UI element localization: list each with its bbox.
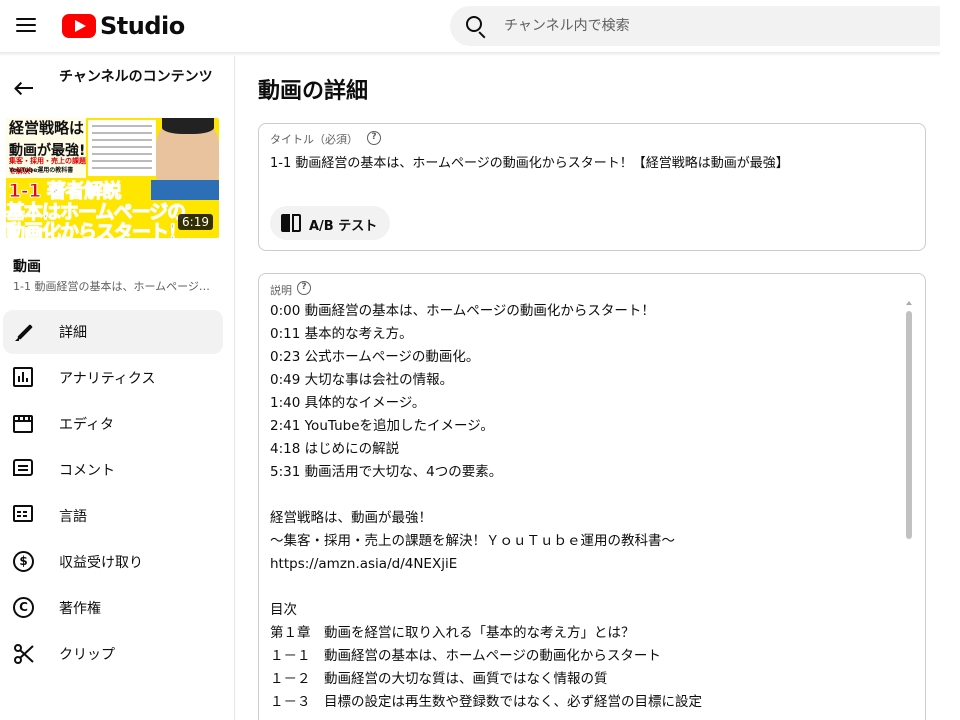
- editor-icon: [13, 415, 33, 433]
- description-scrollbar[interactable]: [906, 301, 912, 720]
- description-line: 1:40 具体的なイメージ。: [270, 395, 426, 411]
- description-line: １－１ 動画経営の基本は、ホームページの動画化からスタート: [270, 648, 661, 664]
- back-to-content-row[interactable]: チャンネルのコンテンツ: [0, 68, 235, 108]
- back-arrow-icon[interactable]: [14, 78, 34, 98]
- title-field[interactable]: タイトル（必須） ? 1-1 動画経営の基本は、ホームページの動画化からスタート…: [258, 123, 926, 251]
- description-line: 0:00 動画経営の基本は、ホームページの動画化からスタート！: [270, 303, 655, 319]
- video-thumbnail[interactable]: 経営戦略は 動画が最強! 集客・採用・売上の課題を解決! YouTube運用の教…: [6, 118, 219, 238]
- description-line: 第１章 動画を経営に取り入れる「基本的な考え方」とは？: [270, 625, 635, 641]
- help-icon[interactable]: ?: [297, 281, 311, 295]
- top-header: Studio: [0, 0, 960, 52]
- page-title: 動画の詳細: [258, 79, 369, 104]
- description-line: 目次: [270, 602, 297, 618]
- video-section-label: 動画: [13, 259, 41, 275]
- description-field-label: 説明: [270, 284, 292, 297]
- title-field-label: タイトル（必須）: [270, 133, 358, 146]
- search-icon[interactable]: [466, 16, 486, 39]
- help-icon[interactable]: ?: [367, 131, 381, 145]
- video-duration-badge: 6:19: [178, 214, 213, 230]
- ab-test-button[interactable]: A/B テスト: [270, 206, 390, 240]
- description-line: [270, 484, 900, 507]
- thumbnail-document: [88, 120, 156, 176]
- dollar-icon: $: [13, 551, 34, 572]
- description-line: 4:18 はじめにの解説: [270, 441, 400, 457]
- sidebar-item-label: 収益受け取り: [59, 555, 143, 571]
- logo-text: Studio: [100, 12, 185, 40]
- analytics-icon: [13, 367, 33, 387]
- pencil-icon: [13, 321, 35, 343]
- sidebar-item-label: アナリティクス: [59, 371, 156, 387]
- scissors-icon: [13, 643, 35, 665]
- sidebar-nav: 詳細 アナリティクス エディタ コメント 言語 $ 収益受け取り C 著作権 ク…: [0, 309, 235, 677]
- description-line: １－２ 動画経営の大切な質は、画質ではなく情報の質: [270, 671, 608, 687]
- description-line: 0:23 公式ホームページの動画化。: [270, 349, 480, 365]
- description-line: 〜集客・採用・売上の課題を解決！ＹｏｕＴｕｂｅ運用の教科書〜: [270, 533, 675, 549]
- description-line: 5:31 動画活用で大切な、4つの要素。: [270, 464, 503, 480]
- studio-logo[interactable]: Studio: [62, 12, 185, 40]
- sidebar-item-analytics[interactable]: アナリティクス: [0, 355, 235, 401]
- sidebar-item-editor[interactable]: エディタ: [0, 401, 235, 447]
- thumbnail-book-cover: 経営戦略は 動画が最強! 集客・採用・売上の課題を解決! YouTube運用の教…: [6, 118, 86, 178]
- scroll-up-icon[interactable]: [906, 301, 912, 305]
- search-input[interactable]: [504, 6, 924, 46]
- scrollbar-thumb[interactable]: [906, 311, 912, 539]
- description-line: 2:41 YouTubeを追加したイメージ。: [270, 418, 494, 434]
- comment-icon: [13, 459, 33, 476]
- description-line: 経営戦略は、動画が最強！: [270, 510, 432, 526]
- sidebar-item-details[interactable]: 詳細: [0, 309, 235, 355]
- title-input[interactable]: 1-1 動画経営の基本は、ホームページの動画化からスタート！【経営戦略は動画が最…: [270, 152, 789, 171]
- description-line: 0:11 基本的な考え方。: [270, 326, 413, 342]
- youtube-logo-icon: [62, 14, 96, 38]
- sidebar-item-label: クリップ: [59, 647, 115, 663]
- sidebar-item-label: 著作権: [59, 601, 101, 617]
- description-line: https://amzn.asia/d/4NEXjiE: [270, 556, 458, 572]
- sidebar: チャンネルのコンテンツ 経営戦略は 動画が最強! 集客・採用・売上の課題を解決!…: [0, 56, 235, 720]
- ab-test-label: A/B テスト: [309, 219, 378, 234]
- sidebar-item-monetization[interactable]: $ 収益受け取り: [0, 539, 235, 585]
- sidebar-item-copyright[interactable]: C 著作権: [0, 585, 235, 631]
- video-title-truncated: 1-1 動画経営の基本は、ホームページの動画化からスタート！【経営戦略は動画が最…: [13, 280, 213, 293]
- description-line: １－３ 目標の設定は再生数や登録数ではなく、必ず経営の目標に設定: [270, 694, 702, 710]
- copyright-icon: C: [13, 597, 34, 618]
- description-line: [270, 576, 900, 599]
- sidebar-item-label: エディタ: [59, 417, 115, 433]
- sidebar-item-clips[interactable]: クリップ: [0, 631, 235, 677]
- sidebar-item-label: 詳細: [59, 325, 87, 341]
- search-bar[interactable]: [450, 6, 940, 46]
- sidebar-item-comments[interactable]: コメント: [0, 447, 235, 493]
- sidebar-item-label: コメント: [59, 463, 115, 479]
- back-title[interactable]: チャンネルのコンテンツ: [59, 68, 219, 86]
- description-textarea[interactable]: 0:00 動画経営の基本は、ホームページの動画化からスタート！ 0:11 基本的な…: [270, 300, 900, 714]
- sidebar-item-languages[interactable]: 言語: [0, 493, 235, 539]
- sidebar-item-label: 言語: [59, 509, 87, 525]
- hamburger-menu-icon[interactable]: [16, 15, 36, 35]
- thumbnail-caption-line3: 動画化からスタート！: [6, 221, 188, 239]
- ab-test-icon: [281, 214, 301, 232]
- subtitles-icon: [13, 505, 33, 522]
- description-line: 0:49 大切な事は会社の情報。: [270, 372, 454, 388]
- description-field[interactable]: 説明 ? 0:00 動画経営の基本は、ホームページの動画化からスタート！ 0:11…: [258, 273, 926, 720]
